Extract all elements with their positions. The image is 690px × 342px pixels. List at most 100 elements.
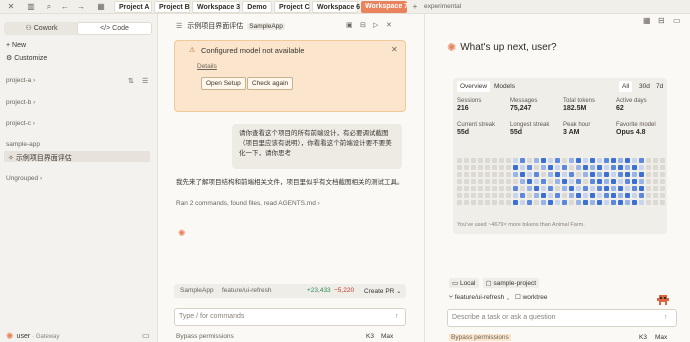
chevron-right-icon: ›: [39, 175, 43, 182]
terminal-icon[interactable]: ▣: [346, 21, 353, 29]
range-30d[interactable]: 30d: [636, 81, 653, 92]
heatmap-cell: [576, 172, 581, 177]
chat-input[interactable]: Type / for commands ↑: [174, 308, 406, 326]
group-project-b[interactable]: project-b ›: [6, 99, 35, 106]
split-icon[interactable]: ⊟: [658, 16, 665, 25]
back-arrow-icon[interactable]: ←: [60, 2, 70, 12]
heatmap-cell: [471, 165, 476, 170]
grid-icon[interactable]: ▦: [643, 16, 651, 25]
details-link[interactable]: Details: [197, 63, 217, 70]
workspace-tab[interactable]: Project C: [274, 1, 310, 13]
heatmap-cell: [485, 172, 490, 177]
heatmap-cell: [597, 200, 602, 205]
heatmap-cell: [646, 186, 651, 191]
user-profile[interactable]: ✺ user · Gateway: [6, 331, 60, 342]
heatmap-cell: [569, 165, 574, 170]
heatmap-cell: [548, 165, 553, 170]
gateway-label: · Gateway: [32, 333, 60, 340]
group-ungrouped[interactable]: Ungrouped ›: [6, 175, 42, 182]
effort-selector[interactable]: Max: [655, 334, 667, 341]
heatmap-cell: [541, 165, 546, 170]
menu-icon[interactable]: ☰: [176, 22, 182, 30]
heatmap-cell: [625, 186, 630, 191]
branch-selector[interactable]: ⑂ feature/ui-refresh ⌄: [449, 294, 510, 301]
heatmap-cell: [590, 172, 595, 177]
effort-selector[interactable]: Max: [381, 333, 393, 340]
tab-models[interactable]: Models: [491, 81, 518, 92]
task-input[interactable]: Describe a task or ask a question ↑: [447, 309, 677, 327]
filter-icon[interactable]: ☰: [142, 77, 148, 85]
tool-summary[interactable]: Ran 2 commands, found files, read AGENTS…: [176, 200, 320, 207]
range-7d[interactable]: 7d: [653, 81, 666, 92]
worktree-toggle[interactable]: ☐ worktree: [515, 293, 548, 301]
heatmap-cell: [653, 172, 658, 177]
workspace-tab[interactable]: Project A: [114, 1, 152, 13]
heatmap-cell: [464, 186, 469, 191]
workspace-tab-active[interactable]: Workspace 7: [361, 1, 408, 13]
layout-icon[interactable]: ▦: [96, 2, 106, 12]
permissions-mode[interactable]: Bypass permissions: [176, 333, 234, 340]
tab-code[interactable]: </> Code: [78, 23, 151, 34]
workspace-tab[interactable]: Project B: [154, 1, 190, 13]
stat-value: 75,247: [510, 105, 532, 112]
send-icon[interactable]: ↑: [664, 314, 668, 321]
sparkle-icon: ✺: [447, 42, 457, 54]
top-bar: ✕ ▥ ⌕ ← → ▦ Project A Project B Workspac…: [0, 0, 690, 14]
group-project-a[interactable]: project-a ›: [6, 77, 35, 84]
heatmap-cell: [520, 158, 525, 163]
group-sample-app[interactable]: sample-app: [6, 141, 40, 148]
play-icon[interactable]: ▷: [373, 21, 378, 29]
heatmap-cell: [478, 193, 483, 198]
stat-label: Active days: [616, 98, 647, 104]
heatmap-cell: [478, 186, 483, 191]
customize-button[interactable]: ⚙ Customize: [6, 54, 47, 62]
workspace-tab[interactable]: Demo: [242, 1, 272, 13]
local-selector[interactable]: ▭ Local: [449, 278, 479, 288]
heatmap-cell: [653, 193, 658, 198]
dismiss-icon[interactable]: ✕: [391, 45, 398, 54]
heatmap-cell: [569, 172, 574, 177]
search-icon[interactable]: ⌕: [44, 2, 54, 12]
workspace-tab[interactable]: Workspace 6: [312, 1, 360, 13]
panel-icon[interactable]: ▭: [673, 16, 681, 25]
heatmap-cell: [618, 172, 623, 177]
heatmap-cell: [555, 200, 560, 205]
stat-label: Longest streak: [510, 122, 550, 128]
sort-icon[interactable]: ⇅: [128, 77, 134, 85]
create-pr-button[interactable]: Create PR ⌄: [364, 287, 402, 295]
heatmap-cell: [611, 200, 616, 205]
heatmap-cell: [555, 179, 560, 184]
heatmap-cell: [520, 165, 525, 170]
heatmap-cell: [632, 179, 637, 184]
send-icon[interactable]: ↑: [395, 313, 399, 320]
close-icon[interactable]: ✕: [6, 2, 16, 12]
feedback-icon[interactable]: ▭: [142, 331, 150, 340]
range-all[interactable]: All: [619, 81, 633, 92]
heatmap-cell: [653, 200, 658, 205]
workspace-tab[interactable]: Workspace 3: [192, 1, 240, 13]
heatmap-cell: [590, 186, 595, 191]
heatmap-cell: [464, 193, 469, 198]
sidebar-toggle-icon[interactable]: ▥: [26, 2, 36, 12]
close-panel-icon[interactable]: ✕: [386, 21, 392, 29]
group-project-c[interactable]: project-c ›: [6, 120, 35, 127]
open-setup-button[interactable]: Open Setup: [201, 77, 246, 90]
stat-label: Peak hour: [563, 122, 591, 128]
chevron-right-icon: ›: [317, 200, 320, 207]
project-selector[interactable]: ▢ sample-project: [482, 278, 540, 288]
heatmap-cell: [555, 193, 560, 198]
heatmap-cell: [527, 193, 532, 198]
add-tab-icon[interactable]: +: [410, 2, 420, 12]
tab-overview[interactable]: Overview: [457, 81, 491, 92]
tab-cowork[interactable]: ⚇ Cowork: [5, 23, 78, 34]
heatmap-cell: [583, 158, 588, 163]
heatmap-cell: [499, 186, 504, 191]
forward-arrow-icon[interactable]: →: [76, 2, 86, 12]
check-again-button[interactable]: Check again: [247, 77, 294, 90]
new-session-button[interactable]: + New: [6, 42, 26, 49]
permissions-mode[interactable]: Bypass permissions: [449, 334, 511, 341]
heatmap-cell: [590, 200, 595, 205]
split-icon[interactable]: ⊟: [360, 21, 366, 29]
app-badge: SampleApp: [247, 22, 285, 30]
heatmap-cell: [506, 158, 511, 163]
